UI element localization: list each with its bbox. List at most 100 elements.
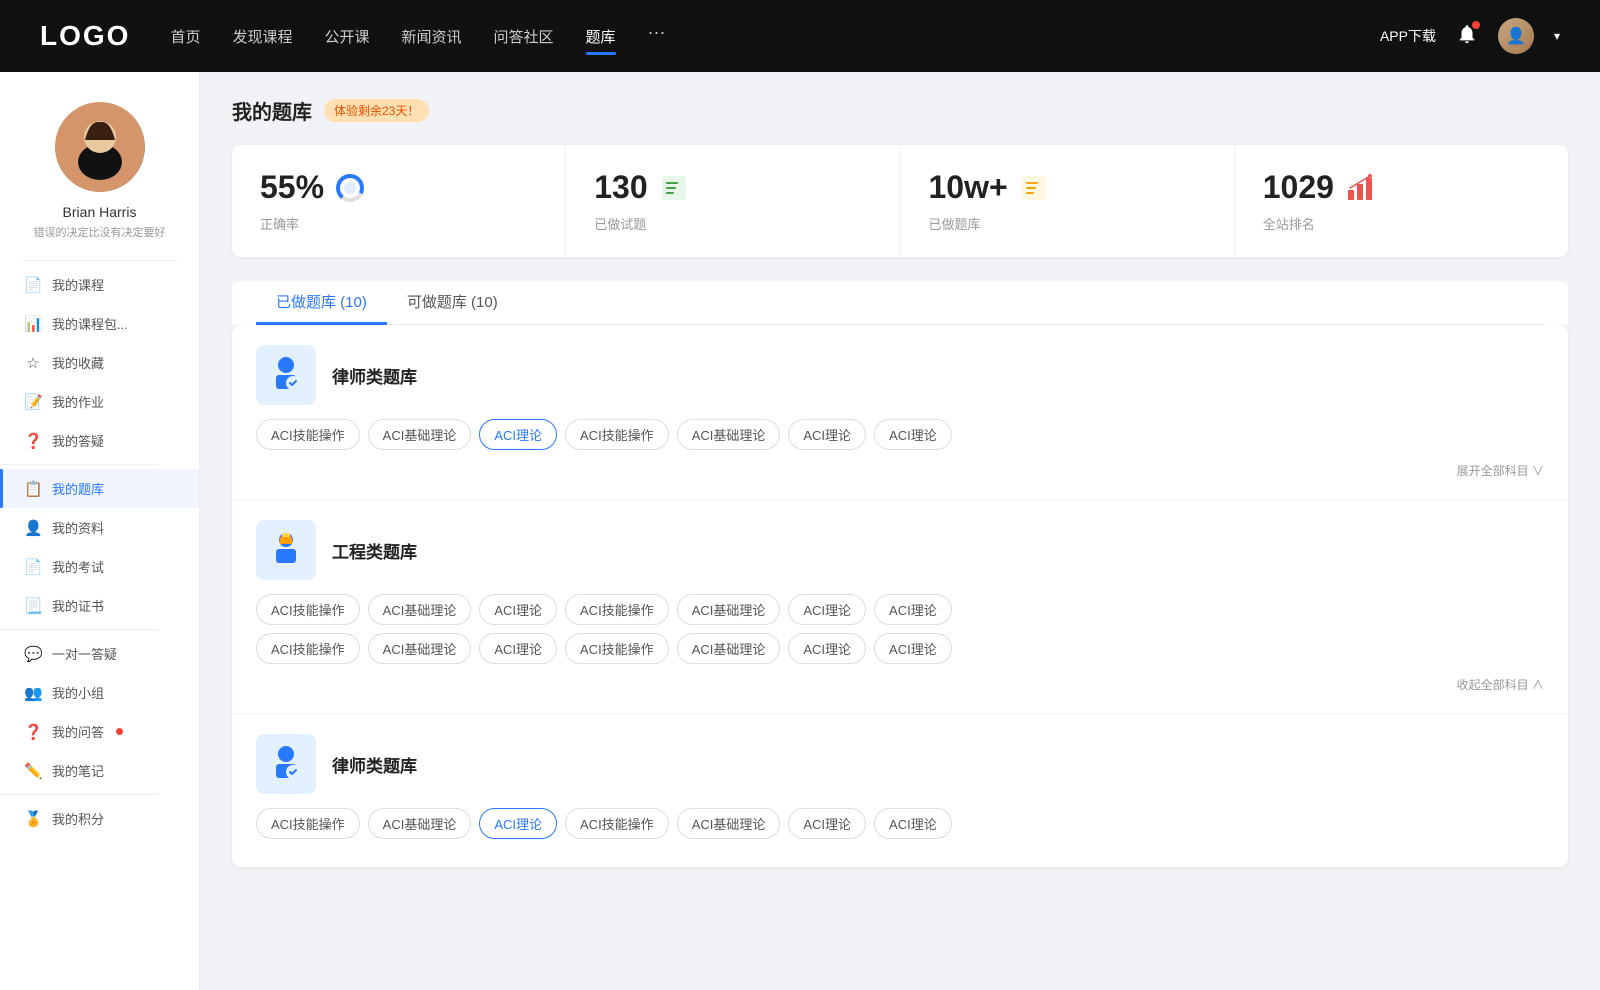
bank-icon-engineer [256,520,316,580]
sidebar-divider-3 [0,629,159,630]
tag-2-5[interactable]: ACI理论 [788,594,866,625]
sidebar-item-favorites[interactable]: ☆ 我的收藏 [0,343,199,382]
nav-caret-icon[interactable]: ▾ [1554,29,1560,43]
avatar-img: 👤 [1498,18,1534,54]
tag-1-0[interactable]: ACI技能操作 [256,419,360,450]
sidebar-item-questions-label: 我的问答 [52,722,104,741]
nav-link-bank[interactable]: 题库 [586,22,616,51]
sidebar-item-notes[interactable]: ✏️ 我的笔记 [0,751,199,790]
tag-1-4[interactable]: ACI基础理论 [677,419,781,450]
tag-3-6[interactable]: ACI理论 [874,808,952,839]
tag-2-1[interactable]: ACI基础理论 [368,594,472,625]
tag-2b-4[interactable]: ACI基础理论 [677,633,781,664]
tab-done-banks[interactable]: 已做题库 (10) [256,281,387,325]
stat-done-questions-value: 130 [594,169,647,206]
tag-2b-3[interactable]: ACI技能操作 [565,633,669,664]
bank-header-3: 律师类题库 [256,734,1544,794]
sidebar-item-exam[interactable]: 📄 我的考试 [0,547,199,586]
sidebar-item-certificate[interactable]: 📃 我的证书 [0,586,199,625]
stat-ranking-label: 全站排名 [1263,214,1540,233]
questions-notification-dot [116,728,123,735]
nav-bell-button[interactable] [1456,23,1478,50]
nav-link-discover[interactable]: 发现课程 [232,22,292,51]
tag-3-4[interactable]: ACI基础理论 [677,808,781,839]
tag-3-0[interactable]: ACI技能操作 [256,808,360,839]
tag-2b-0[interactable]: ACI技能操作 [256,633,360,664]
tag-3-3[interactable]: ACI技能操作 [565,808,669,839]
sidebar-divider-1 [20,260,179,261]
stat-done-banks-row: 10w+ [929,169,1206,206]
tag-2b-6[interactable]: ACI理论 [874,633,952,664]
tag-3-1[interactable]: ACI基础理论 [368,808,472,839]
tag-2-3[interactable]: ACI技能操作 [565,594,669,625]
stat-done-questions-label: 已做试题 [594,214,871,233]
tag-3-5[interactable]: ACI理论 [788,808,866,839]
sidebar-item-one-on-one[interactable]: 💬 一对一答疑 [0,634,199,673]
lawyer-icon-2 [264,742,308,786]
engineer-icon [264,528,308,572]
sidebar-item-homework[interactable]: 📝 我的作业 [0,382,199,421]
tag-2-4[interactable]: ACI基础理论 [677,594,781,625]
bank-header-1: 律师类题库 [256,345,1544,405]
nav-link-home[interactable]: 首页 [170,22,200,51]
nav-more[interactable]: ··· [648,22,666,51]
main-content: 我的题库 体验剩余23天！ 55% 正确率 130 [200,72,1600,990]
stat-accuracy-value: 55% [260,169,324,206]
bank-icon: 📋 [24,480,42,498]
nav-link-news[interactable]: 新闻资讯 [402,22,462,51]
tag-1-3[interactable]: ACI技能操作 [565,419,669,450]
questions-icon: ❓ [24,723,42,741]
certificate-icon: 📃 [24,597,42,615]
sidebar-item-bank[interactable]: 📋 我的题库 [0,469,199,508]
navbar: LOGO 首页 发现课程 公开课 新闻资讯 问答社区 题库 ··· APP下载 … [0,0,1600,72]
bank-title-3: 律师类题库 [332,752,417,777]
tag-1-6[interactable]: ACI理论 [874,419,952,450]
sidebar-item-notes-label: 我的笔记 [52,761,104,780]
avatar-illustration [55,102,145,192]
notes-icon: ✏️ [24,762,42,780]
stat-done-banks-label: 已做题库 [929,214,1206,233]
tabs: 已做题库 (10) 可做题库 (10) [256,281,1544,325]
avatar[interactable]: 👤 [1498,18,1534,54]
nav-link-opencourse[interactable]: 公开课 [324,22,369,51]
tag-1-5[interactable]: ACI理论 [788,419,866,450]
sidebar-item-one-on-one-label: 一对一答疑 [52,644,117,663]
nav-link-qa[interactable]: 问答社区 [494,22,554,51]
pie-chart-icon [334,172,366,204]
bank-expand-1[interactable]: 展开全部科目 ∨ [256,458,1544,479]
tag-2b-5[interactable]: ACI理论 [788,633,866,664]
sidebar-item-qa-label: 我的答疑 [52,431,104,450]
tab-available-banks[interactable]: 可做题库 (10) [387,281,518,325]
tag-1-1[interactable]: ACI基础理论 [368,419,472,450]
bank-tags-row-2a: ACI技能操作 ACI基础理论 ACI理论 ACI技能操作 ACI基础理论 AC… [256,594,1544,625]
bank-section-lawyer-1: 律师类题库 ACI技能操作 ACI基础理论 ACI理论 ACI技能操作 ACI基… [232,325,1568,500]
tag-2b-2[interactable]: ACI理论 [479,633,557,664]
sidebar-item-group[interactable]: 👥 我的小组 [0,673,199,712]
sidebar-item-qa[interactable]: ❓ 我的答疑 [0,421,199,460]
stat-ranking: 1029 全站排名 [1235,145,1568,257]
sidebar-item-course[interactable]: 📄 我的课程 [0,265,199,304]
bank-title-2: 工程类题库 [332,538,417,563]
stat-done-questions-row: 130 [594,169,871,206]
tag-2b-1[interactable]: ACI基础理论 [368,633,472,664]
sidebar-item-homework-label: 我的作业 [52,392,104,411]
tag-2-0[interactable]: ACI技能操作 [256,594,360,625]
sidebar-item-course-package[interactable]: 📊 我的课程包... [0,304,199,343]
qa-icon: ❓ [24,432,42,450]
nav-right: APP下载 👤 ▾ [1380,18,1560,54]
tag-2-6[interactable]: ACI理论 [874,594,952,625]
tag-3-2[interactable]: ACI理论 [479,808,557,839]
stat-accuracy: 55% 正确率 [232,145,566,257]
sidebar-item-profile[interactable]: 👤 我的资料 [0,508,199,547]
sidebar-item-course-label: 我的课程 [52,275,104,294]
bank-section-lawyer-2: 律师类题库 ACI技能操作 ACI基础理论 ACI理论 ACI技能操作 ACI基… [232,714,1568,867]
nav-app-download[interactable]: APP下载 [1380,26,1436,46]
list-yellow-icon [1018,172,1050,204]
sidebar-item-questions[interactable]: ❓ 我的问答 [0,712,199,751]
bank-collapse-2[interactable]: 收起全部科目 ∧ [256,672,1544,693]
course-icon: 📄 [24,276,42,294]
sidebar-item-points[interactable]: 🏅 我的积分 [0,799,199,838]
nav-logo: LOGO [40,20,130,52]
tag-2-2[interactable]: ACI理论 [479,594,557,625]
tag-1-2[interactable]: ACI理论 [479,419,557,450]
